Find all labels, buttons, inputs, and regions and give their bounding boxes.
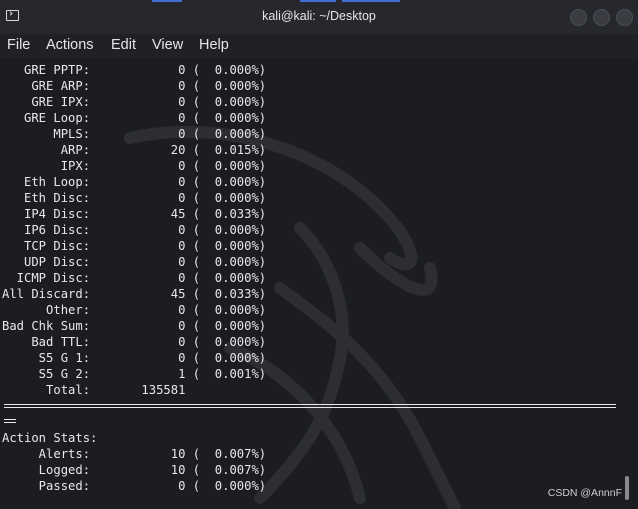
menu-file[interactable]: File	[7, 37, 30, 53]
close-button[interactable]	[616, 9, 633, 26]
terminal-line: S5 G 2: 1 ( 0.001%)	[2, 367, 267, 381]
menu-actions[interactable]: Actions	[46, 37, 94, 53]
separator-line	[4, 407, 616, 408]
section-heading: Action Stats:	[2, 431, 98, 445]
terminal-line: Alerts: 10 ( 0.007%)	[2, 447, 267, 461]
terminal-line: IP4 Disc: 45 ( 0.033%)	[2, 207, 267, 221]
terminal-line: Other: 0 ( 0.000%)	[2, 303, 267, 317]
separator-line	[4, 422, 16, 423]
terminal-line: IP6 Disc: 0 ( 0.000%)	[2, 223, 267, 237]
terminal-line: Eth Loop: 0 ( 0.000%)	[2, 175, 267, 189]
menu-edit[interactable]: Edit	[111, 37, 136, 53]
terminal-line: GRE IPX: 0 ( 0.000%)	[2, 95, 267, 109]
terminal-line: GRE ARP: 0 ( 0.000%)	[2, 79, 267, 93]
menu-view[interactable]: View	[152, 37, 183, 53]
terminal-line: GRE Loop: 0 ( 0.000%)	[2, 111, 267, 125]
terminal-output[interactable]: GRE PPTP: 0 ( 0.000%) GRE ARP: 0 ( 0.000…	[0, 58, 638, 509]
terminal-line: Bad TTL: 0 ( 0.000%)	[2, 335, 267, 349]
separator-line	[4, 404, 616, 405]
terminal-line: Bad Chk Sum: 0 ( 0.000%)	[2, 319, 267, 333]
minimize-button[interactable]	[570, 9, 587, 26]
terminal-line: MPLS: 0 ( 0.000%)	[2, 127, 267, 141]
terminal-line: ARP: 20 ( 0.015%)	[2, 143, 267, 157]
title-bar: kali@kali: ~/Desktop	[0, 0, 638, 35]
terminal-line: UDP Disc: 0 ( 0.000%)	[2, 255, 267, 269]
terminal-line: Passed: 0 ( 0.000%)	[2, 479, 267, 493]
title-accent-1	[152, 0, 182, 2]
terminal-line: GRE PPTP: 0 ( 0.000%)	[2, 63, 267, 77]
terminal-line: Total: 135581	[2, 383, 186, 397]
title-accent-2	[300, 0, 336, 2]
terminal-line: All Discard: 45 ( 0.033%)	[2, 287, 267, 301]
scrollbar-thumb[interactable]	[625, 476, 629, 500]
terminal-line: ICMP Disc: 0 ( 0.000%)	[2, 271, 267, 285]
counter-table: GRE PPTP: 0 ( 0.000%) GRE ARP: 0 ( 0.000…	[2, 62, 266, 398]
title-accent-3	[342, 0, 400, 2]
maximize-button[interactable]	[593, 9, 610, 26]
menu-help[interactable]: Help	[199, 37, 229, 53]
terminal-line: TCP Disc: 0 ( 0.000%)	[2, 239, 267, 253]
action-stats: Action Stats: Alerts: 10 ( 0.007%) Logge…	[2, 430, 266, 494]
terminal-line: IPX: 0 ( 0.000%)	[2, 159, 267, 173]
terminal-line: Eth Disc: 0 ( 0.000%)	[2, 191, 267, 205]
terminal-line: Logged: 10 ( 0.007%)	[2, 463, 267, 477]
separator-line	[4, 419, 16, 420]
window-title: kali@kali: ~/Desktop	[262, 9, 376, 23]
menu-bar: File Actions Edit View Help	[0, 34, 638, 58]
terminal-line: S5 G 1: 0 ( 0.000%)	[2, 351, 267, 365]
watermark-text: CSDN @AnnnF	[547, 487, 622, 499]
